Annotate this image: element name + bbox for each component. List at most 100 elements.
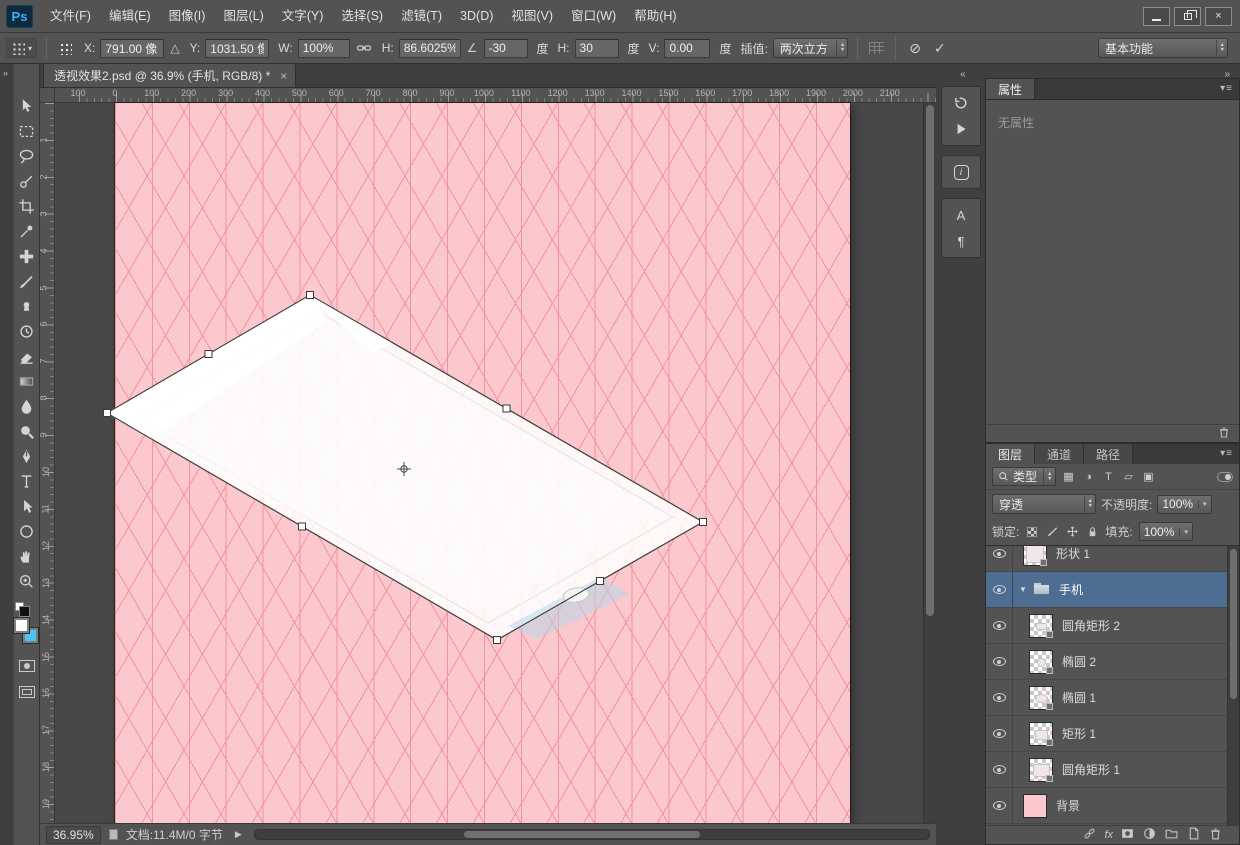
x-input[interactable] bbox=[100, 38, 165, 58]
group-disclosure-icon[interactable]: ▼ bbox=[1019, 585, 1031, 594]
tab-properties[interactable]: 属性 bbox=[986, 79, 1036, 99]
layer-name[interactable]: 形状 1 bbox=[1056, 546, 1090, 562]
layer-name[interactable]: 椭圆 1 bbox=[1062, 689, 1096, 706]
foreground-color-swatch[interactable] bbox=[13, 618, 29, 633]
new-layer-icon[interactable] bbox=[1186, 826, 1201, 844]
layer-thumbnail[interactable] bbox=[1023, 793, 1047, 818]
document-canvas[interactable] bbox=[115, 103, 850, 823]
workspace-switcher[interactable]: 基本功能 bbox=[1098, 38, 1228, 58]
expand-icon-dock-chevron[interactable]: « bbox=[960, 69, 966, 80]
hand-tool[interactable] bbox=[14, 544, 40, 569]
tab-paths[interactable]: 路径 bbox=[1084, 444, 1134, 464]
lasso-tool[interactable] bbox=[14, 144, 40, 169]
info-panel-icon[interactable]: i bbox=[946, 159, 976, 185]
link-layers-icon[interactable] bbox=[1082, 826, 1097, 844]
new-group-icon[interactable] bbox=[1164, 826, 1179, 844]
layer-thumbnail[interactable] bbox=[1029, 613, 1053, 638]
fill-dropdown[interactable]: 100% bbox=[1138, 522, 1193, 541]
menu-help[interactable]: 帮助(H) bbox=[625, 0, 685, 33]
delete-layer-icon[interactable] bbox=[1208, 826, 1223, 844]
panel-menu-icon[interactable]: ▾≡ bbox=[1220, 83, 1233, 94]
zoom-level[interactable]: 36.95% bbox=[46, 825, 101, 844]
character-panel-icon[interactable]: A bbox=[946, 202, 976, 228]
visibility-toggle[interactable] bbox=[986, 546, 1013, 571]
move-tool[interactable] bbox=[14, 94, 40, 119]
path-selection-tool[interactable] bbox=[14, 494, 40, 519]
visibility-toggle[interactable] bbox=[986, 680, 1013, 715]
close-button[interactable]: × bbox=[1205, 6, 1232, 26]
filter-shape-layers-icon[interactable]: ▱ bbox=[1120, 470, 1136, 483]
filter-adjustment-layers-icon[interactable]: ◑ bbox=[1080, 471, 1096, 483]
menu-view[interactable]: 视图(V) bbox=[502, 0, 562, 33]
history-brush-tool[interactable] bbox=[14, 319, 40, 344]
adjustment-layer-icon[interactable] bbox=[1142, 826, 1157, 844]
layer-name[interactable]: 手机 bbox=[1059, 581, 1083, 598]
trash-icon[interactable] bbox=[1217, 425, 1231, 442]
menu-edit[interactable]: 编辑(E) bbox=[100, 0, 160, 33]
brush-tool[interactable] bbox=[14, 269, 40, 294]
tab-close-icon[interactable]: × bbox=[280, 69, 287, 83]
menu-type[interactable]: 文字(Y) bbox=[273, 0, 333, 33]
skew-v-input[interactable] bbox=[664, 38, 711, 58]
vertical-scrollbar[interactable] bbox=[923, 103, 936, 823]
visibility-toggle[interactable] bbox=[986, 716, 1013, 751]
dodge-tool[interactable] bbox=[14, 419, 40, 444]
commit-transform-button[interactable]: ✓ bbox=[930, 40, 950, 57]
pen-tool[interactable] bbox=[14, 444, 40, 469]
tab-layers[interactable]: 图层 bbox=[986, 444, 1036, 464]
layer-effects-icon[interactable]: fx bbox=[1104, 829, 1113, 841]
rotation-input[interactable] bbox=[483, 38, 528, 58]
restore-button[interactable] bbox=[1174, 6, 1201, 26]
layer-row-ellipse-2[interactable]: 椭圆 2 bbox=[986, 644, 1239, 680]
layer-row-background[interactable]: 背景 bbox=[986, 788, 1239, 824]
gradient-tool[interactable] bbox=[14, 369, 40, 394]
blend-mode-dropdown[interactable]: 穿透 bbox=[992, 494, 1096, 514]
link-dimensions-icon[interactable] bbox=[356, 42, 372, 54]
panel-menu-icon[interactable]: ▾≡ bbox=[1220, 448, 1233, 459]
layers-scrollbar[interactable] bbox=[1227, 546, 1239, 827]
layer-row-rounded-rect-2[interactable]: 圆角矩形 2 bbox=[986, 608, 1239, 644]
layer-thumbnail[interactable] bbox=[1029, 721, 1053, 746]
rectangular-marquee-tool[interactable] bbox=[14, 119, 40, 144]
filter-switch-icon[interactable] bbox=[1217, 471, 1233, 482]
layer-thumbnail[interactable] bbox=[1029, 649, 1053, 674]
menu-file[interactable]: 文件(F) bbox=[41, 0, 100, 33]
menu-window[interactable]: 窗口(W) bbox=[562, 0, 625, 33]
visibility-toggle[interactable] bbox=[986, 752, 1013, 787]
horizontal-scrollbar[interactable] bbox=[253, 829, 930, 840]
cancel-transform-button[interactable]: ⊘ bbox=[905, 40, 925, 57]
shape-tool[interactable] bbox=[14, 519, 40, 544]
minimize-button[interactable] bbox=[1143, 6, 1170, 26]
layer-name[interactable]: 圆角矩形 1 bbox=[1062, 761, 1120, 778]
height-input[interactable] bbox=[398, 38, 461, 58]
clone-stamp-tool[interactable] bbox=[14, 294, 40, 319]
layer-thumbnail[interactable] bbox=[1029, 685, 1053, 710]
menu-3d[interactable]: 3D(D) bbox=[451, 0, 502, 33]
opacity-dropdown[interactable]: 100% bbox=[1157, 494, 1212, 514]
horizontal-scrollbar-thumb[interactable] bbox=[463, 831, 700, 838]
layer-row-ellipse-1[interactable]: 椭圆 1 bbox=[986, 680, 1239, 716]
crop-tool[interactable] bbox=[14, 194, 40, 219]
layer-name[interactable]: 椭圆 2 bbox=[1062, 653, 1096, 670]
skew-h-input[interactable] bbox=[574, 38, 619, 58]
visibility-toggle[interactable] bbox=[986, 572, 1013, 607]
width-input[interactable] bbox=[297, 38, 350, 58]
layer-row-rounded-rect-1[interactable]: 圆角矩形 1 bbox=[986, 752, 1239, 788]
relative-position-icon[interactable]: △ bbox=[169, 41, 180, 55]
layer-thumbnail[interactable] bbox=[1023, 546, 1047, 566]
quick-mask-button[interactable] bbox=[18, 660, 35, 672]
filter-type-layers-icon[interactable]: T bbox=[1100, 471, 1116, 483]
layers-scrollbar-thumb[interactable] bbox=[1230, 549, 1237, 699]
layer-name[interactable]: 矩形 1 bbox=[1062, 725, 1096, 742]
visibility-toggle[interactable] bbox=[986, 608, 1013, 643]
tab-channels[interactable]: 通道 bbox=[1035, 444, 1085, 464]
y-input[interactable] bbox=[205, 38, 270, 58]
zoom-tool[interactable] bbox=[14, 569, 40, 594]
layer-row-shape-1[interactable]: 形状 1 bbox=[986, 546, 1239, 572]
filter-smart-objects-icon[interactable]: ▣ bbox=[1140, 470, 1156, 483]
reference-point-locator[interactable] bbox=[59, 41, 73, 55]
tool-preset-picker[interactable]: ▾ bbox=[6, 38, 38, 58]
lock-position-icon[interactable] bbox=[1065, 525, 1079, 539]
layer-name[interactable]: 背景 bbox=[1056, 797, 1080, 814]
paragraph-panel-icon[interactable]: ¶ bbox=[946, 228, 976, 254]
